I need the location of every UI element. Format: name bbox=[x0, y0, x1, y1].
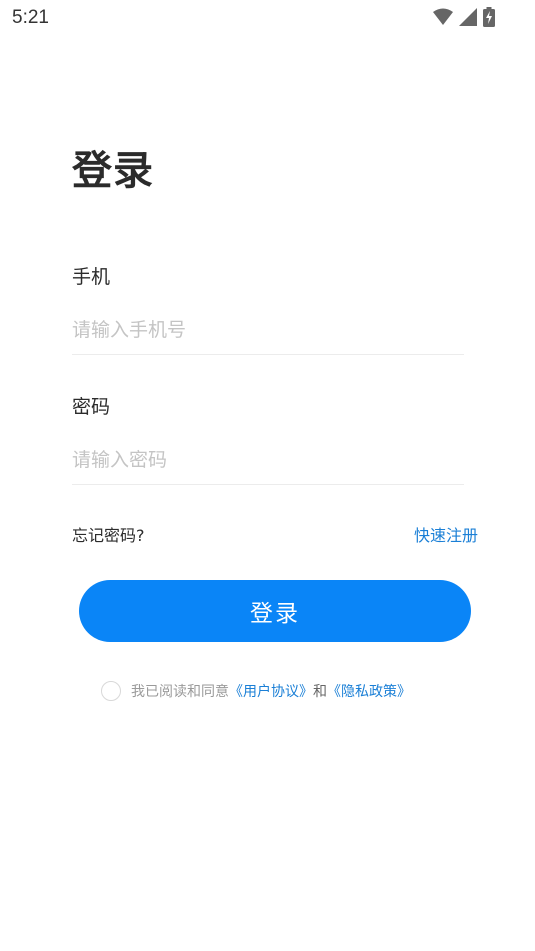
phone-field-group: 手机 bbox=[72, 262, 464, 355]
status-icons bbox=[433, 7, 495, 27]
phone-input[interactable] bbox=[72, 310, 464, 350]
status-time: 5:21 bbox=[12, 7, 49, 28]
phone-label: 手机 bbox=[72, 266, 111, 288]
signal-icon bbox=[459, 8, 477, 26]
agreement-checkbox[interactable] bbox=[101, 681, 121, 701]
page-title: 登录 bbox=[72, 148, 154, 194]
agreement-prefix-text: 我已阅读和同意 bbox=[131, 684, 229, 700]
agreement-conjunction: 和 bbox=[313, 684, 327, 700]
phone-divider bbox=[72, 354, 464, 355]
user-agreement-link[interactable]: 《用户协议》 bbox=[229, 681, 313, 701]
password-input[interactable] bbox=[72, 440, 464, 480]
agreement-row: 我已阅读和同意 《用户协议》 和 《隐私政策》 bbox=[101, 681, 411, 701]
password-divider bbox=[72, 484, 464, 485]
status-bar: 5:21 bbox=[0, 0, 535, 36]
login-button[interactable]: 登录 bbox=[79, 580, 471, 642]
forgot-password-link[interactable]: 忘记密码? bbox=[72, 522, 145, 546]
privacy-policy-link[interactable]: 《隐私政策》 bbox=[327, 681, 411, 701]
wifi-icon bbox=[433, 8, 453, 26]
quick-register-link[interactable]: 快速注册 bbox=[414, 522, 478, 546]
password-field-group: 密码 bbox=[72, 392, 464, 485]
battery-charging-icon bbox=[483, 7, 495, 27]
password-label: 密码 bbox=[72, 396, 111, 418]
